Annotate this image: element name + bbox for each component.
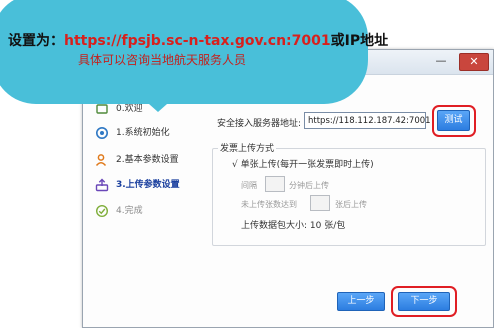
test-button[interactable]: 测试 (437, 110, 470, 131)
prev-button[interactable]: 上一步 (337, 292, 385, 311)
callout-tail (140, 96, 176, 112)
step-label: 4.完成 (116, 206, 143, 216)
interval-label: 间隔 (241, 181, 257, 190)
check-circle-icon (95, 204, 109, 218)
step-label: 2.基本参数设置 (116, 155, 179, 165)
callout-server-setting: 设置为：https://fpsjb.sc-n-tax.gov.cn:7001或I… (8, 30, 388, 50)
upload-group-title: 发票上传方式 (218, 141, 277, 154)
server-address-label: 安全接入服务器地址: (217, 119, 302, 129)
step-label: 1.系统初始化 (116, 128, 170, 138)
minimize-button[interactable]: — (431, 54, 451, 68)
count-label: 未上传张数达到 (241, 200, 297, 209)
close-button[interactable]: ✕ (459, 53, 489, 71)
callout-prefix: 设置为： (8, 33, 64, 49)
next-button[interactable]: 下一步 (398, 292, 450, 311)
server-address-input[interactable]: https://118.112.187.42:7001 (304, 112, 431, 129)
single-upload-option[interactable]: √ 单张上传(每开一张发票即时上传) (232, 157, 374, 170)
upload-icon (95, 178, 109, 192)
callout-suffix: 或IP地址 (330, 33, 389, 49)
step-label: 3.上传参数设置 (116, 180, 180, 190)
interval-input[interactable] (265, 176, 285, 192)
count-input[interactable] (310, 195, 330, 211)
callout-contact-note: 具体可以咨询当地航天服务人员 (78, 53, 247, 67)
welcome-icon (96, 104, 108, 114)
interval-suffix: 分钟后上传 (289, 181, 329, 190)
packet-size-text: 上传数据包大小: 10 张/包 (241, 221, 346, 231)
gear-icon (96, 127, 108, 139)
count-suffix: 张后上传 (335, 200, 367, 209)
callout-url: https://fpsjb.sc-n-tax.gov.cn:7001 (64, 33, 331, 49)
user-settings-icon (95, 154, 107, 167)
